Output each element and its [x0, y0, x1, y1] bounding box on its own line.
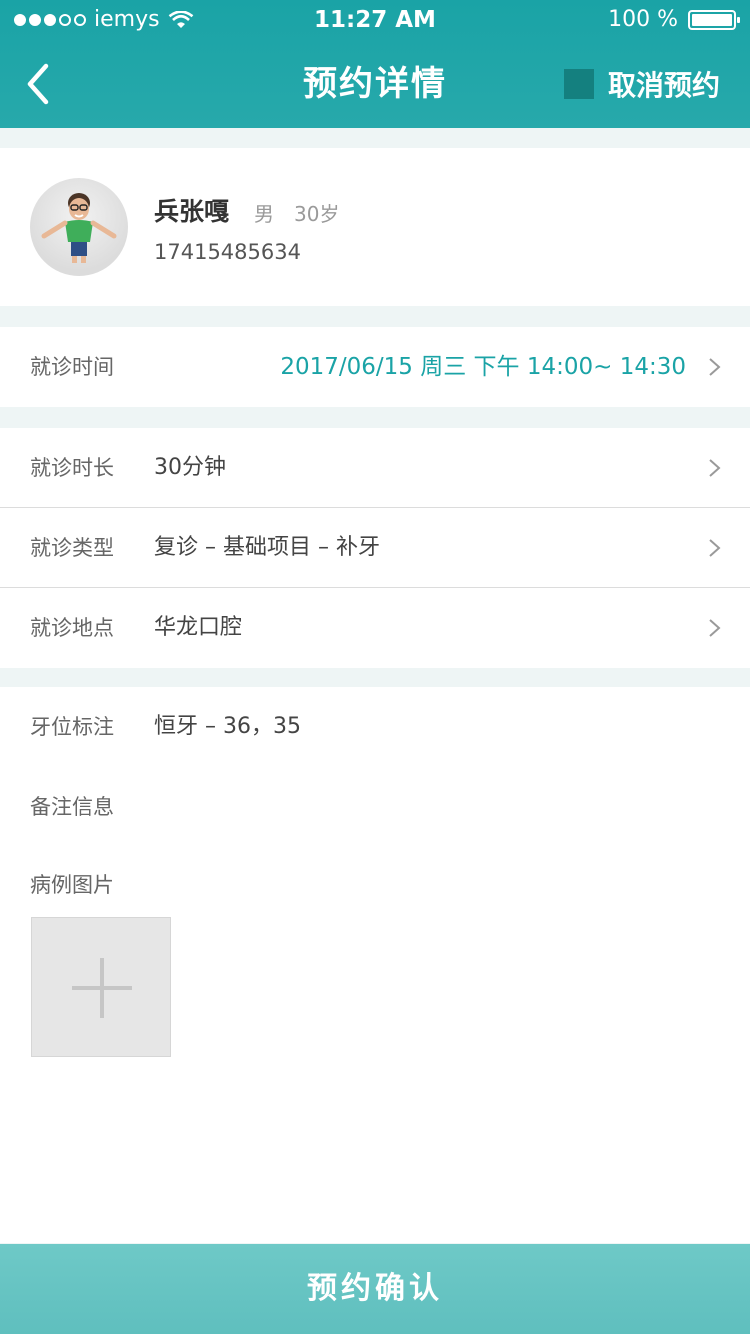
location-value: 华龙口腔	[154, 615, 243, 640]
chevron-right-icon	[709, 459, 721, 477]
battery-label: 100 %	[608, 7, 678, 32]
location-row[interactable]: 就诊地点 华龙口腔	[0, 588, 750, 668]
visit-type-value: 复诊 – 基础项目 – 补牙	[154, 535, 380, 560]
avatar	[30, 178, 128, 276]
tooth-mark-value: 恒牙 – 36，35	[154, 714, 301, 739]
tooth-mark-label: 牙位标注	[30, 715, 114, 739]
visit-type-row[interactable]: 就诊类型 复诊 – 基础项目 – 补牙	[0, 508, 750, 588]
nav-bar: 预约详情 取消预约	[0, 40, 750, 128]
note-label: 备注信息	[30, 795, 114, 819]
visit-time-value: 2017/06/15 周三 下午 14:00~ 14:30	[280, 354, 686, 380]
patient-gender: 男	[254, 202, 274, 226]
case-photos-label: 病例图片	[30, 873, 114, 897]
patient-card: 兵张嘎 男 30岁 17415485634	[0, 148, 750, 306]
status-bar: iemys 11:27 AM 100 %	[0, 0, 750, 40]
confirm-appointment-button[interactable]: 预约确认	[0, 1244, 750, 1334]
visit-type-label: 就诊类型	[30, 536, 114, 560]
tooth-mark-row[interactable]: 牙位标注 恒牙 – 36，35	[0, 687, 750, 767]
duration-row[interactable]: 就诊时长 30分钟	[0, 428, 750, 508]
chevron-right-icon	[709, 358, 721, 376]
chevron-right-icon	[709, 539, 721, 557]
status-right: 100 %	[608, 0, 740, 40]
visit-time-row[interactable]: 就诊时间 2017/06/15 周三 下午 14:00~ 14:30	[0, 327, 750, 407]
visit-time-label: 就诊时间	[30, 355, 114, 379]
add-photo-button[interactable]	[31, 917, 171, 1057]
person-icon	[41, 193, 117, 263]
case-photos-section: 病例图片	[0, 847, 750, 1243]
screen: iemys 11:27 AM 100 % 预约详情 取消预约 兵张嘎 男 30岁…	[0, 0, 750, 1334]
patient-name: 兵张嘎	[154, 197, 230, 226]
duration-value: 30分钟	[154, 455, 226, 480]
duration-label: 就诊时长	[30, 456, 114, 480]
chevron-right-icon	[709, 619, 721, 637]
header: iemys 11:27 AM 100 % 预约详情 取消预约	[0, 0, 750, 128]
patient-age: 30岁	[294, 202, 340, 226]
note-row[interactable]: 备注信息	[0, 767, 750, 847]
location-label: 就诊地点	[30, 616, 114, 640]
cancel-appointment-label: 取消预约	[607, 69, 720, 102]
battery-icon	[688, 10, 740, 30]
patient-phone: 17415485634	[154, 240, 301, 264]
cancel-square-icon	[563, 69, 594, 99]
plus-icon-vertical	[100, 958, 104, 1018]
cancel-appointment-button[interactable]: 取消预约	[563, 40, 720, 128]
